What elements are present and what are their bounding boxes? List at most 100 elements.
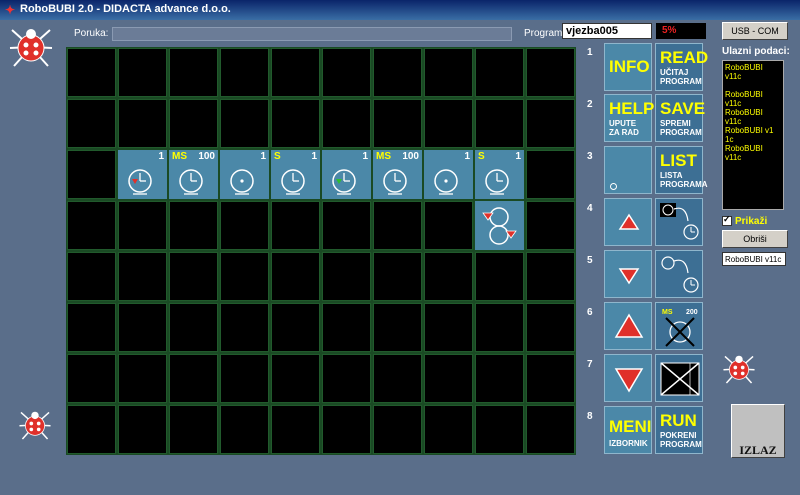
grid-cell[interactable] — [424, 405, 473, 454]
grid-cell[interactable] — [220, 405, 269, 454]
grid-cell[interactable] — [271, 99, 320, 148]
last-input-field[interactable]: RoboBUBI v11c — [722, 252, 786, 266]
save-button[interactable]: SAVE SPREMI PROGRAM — [655, 94, 705, 142]
grid-cell[interactable] — [118, 405, 167, 454]
grid-cell[interactable] — [526, 252, 575, 301]
grid-cell[interactable] — [67, 48, 116, 97]
grid-cell[interactable] — [373, 48, 422, 97]
grid-cell[interactable] — [526, 405, 575, 454]
program-name-field[interactable]: vjezba005 — [562, 23, 652, 39]
grid-cell[interactable] — [118, 252, 167, 301]
command-block[interactable]: MS 100 — [169, 150, 218, 199]
list-button[interactable]: LIST LISTA PROGRAMA — [655, 146, 708, 194]
up-small-button[interactable] — [604, 198, 652, 246]
command-block[interactable]: 1 — [118, 150, 167, 199]
timer-delete-button[interactable]: MS 200 — [655, 302, 703, 350]
command-block[interactable]: MS 100 — [373, 150, 422, 199]
down-large-button[interactable] — [604, 354, 652, 402]
grid-cell[interactable] — [424, 201, 473, 250]
grid-cell[interactable] — [526, 303, 575, 352]
grid-cell[interactable] — [271, 405, 320, 454]
grid-cell[interactable] — [271, 201, 320, 250]
grid-cell[interactable] — [424, 48, 473, 97]
input-data-list[interactable]: RoboBUBI v11c RoboBUBI v11c RoboBUBI v11c Ro… — [722, 60, 784, 210]
obrisi-button[interactable]: Obriši — [722, 230, 788, 248]
read-button[interactable]: READ UČITAJ PROGRAM — [655, 43, 708, 91]
grid-cell[interactable] — [169, 303, 218, 352]
grid-cell[interactable] — [67, 99, 116, 148]
grid-cell[interactable] — [118, 303, 167, 352]
command-block[interactable]: S1 — [475, 150, 524, 199]
grid-cell[interactable] — [67, 150, 116, 199]
grid-cell[interactable] — [169, 99, 218, 148]
help-button[interactable]: HELP UPUTE ZA RAD — [604, 94, 654, 142]
grid-cell[interactable] — [271, 354, 320, 403]
grid-cell[interactable] — [118, 99, 167, 148]
grid-cell[interactable] — [526, 150, 575, 199]
grid-cell[interactable] — [67, 252, 116, 301]
grid-cell[interactable] — [271, 252, 320, 301]
grid-cell[interactable] — [118, 354, 167, 403]
grid-cell[interactable] — [322, 99, 371, 148]
grid-cell[interactable] — [322, 354, 371, 403]
grid-cell[interactable] — [169, 48, 218, 97]
grid-cell[interactable] — [67, 354, 116, 403]
grid-cell[interactable] — [526, 201, 575, 250]
grid-cell[interactable] — [373, 252, 422, 301]
grid-cell[interactable] — [424, 99, 473, 148]
grid-cell[interactable] — [526, 354, 575, 403]
grid-cell[interactable] — [220, 252, 269, 301]
grid-cell[interactable] — [271, 303, 320, 352]
grid-cell[interactable] — [322, 48, 371, 97]
grid-cell[interactable] — [475, 405, 524, 454]
grid-cell[interactable] — [424, 303, 473, 352]
grid-cell[interactable] — [118, 48, 167, 97]
grid-cell[interactable] — [373, 354, 422, 403]
grid-cell[interactable] — [271, 48, 320, 97]
grid-cell[interactable] — [169, 252, 218, 301]
clear-grid-button[interactable] — [655, 354, 703, 402]
grid-cell[interactable] — [220, 303, 269, 352]
grid-cell[interactable] — [475, 354, 524, 403]
grid-cell[interactable] — [67, 405, 116, 454]
grid-cell[interactable] — [169, 201, 218, 250]
grid-cell[interactable] — [373, 303, 422, 352]
grid-cell[interactable] — [118, 201, 167, 250]
grid-cell[interactable] — [424, 354, 473, 403]
prikazi-checkbox[interactable]: ✓ Prikaži — [722, 214, 767, 227]
grid-cell[interactable] — [322, 303, 371, 352]
grid-cell[interactable] — [169, 354, 218, 403]
command-block[interactable]: S1 — [271, 150, 320, 199]
loop-end-button[interactable] — [655, 250, 703, 298]
grid-cell[interactable] — [475, 303, 524, 352]
grid-cell[interactable] — [67, 201, 116, 250]
grid-cell[interactable] — [67, 303, 116, 352]
grid-cell[interactable] — [322, 252, 371, 301]
info-button[interactable]: INFO — [604, 43, 652, 91]
grid-cell[interactable] — [220, 99, 269, 148]
grid-cell[interactable] — [475, 99, 524, 148]
loop-block[interactable] — [475, 201, 524, 250]
grid-cell[interactable] — [220, 354, 269, 403]
grid-cell[interactable] — [475, 48, 524, 97]
down-small-button[interactable] — [604, 250, 652, 298]
grid-cell[interactable] — [220, 48, 269, 97]
grid-cell[interactable] — [526, 99, 575, 148]
grid-cell[interactable] — [526, 48, 575, 97]
meni-button[interactable]: MENI IZBORNIK — [604, 406, 652, 454]
grid-cell[interactable] — [373, 201, 422, 250]
grid-cell[interactable] — [220, 201, 269, 250]
loop-start-button[interactable] — [655, 198, 703, 246]
run-button[interactable]: RUN POKRENI PROGRAM — [655, 406, 703, 454]
grid-cell[interactable] — [424, 252, 473, 301]
grid-cell[interactable] — [475, 252, 524, 301]
slot-3-button[interactable] — [604, 146, 652, 194]
usb-com-button[interactable]: USB - COM — [722, 22, 788, 40]
grid-cell[interactable] — [373, 405, 422, 454]
command-block[interactable]: 1 — [220, 150, 269, 199]
grid-cell[interactable] — [322, 405, 371, 454]
command-block[interactable]: 1 — [424, 150, 473, 199]
grid-cell[interactable] — [169, 405, 218, 454]
up-large-button[interactable] — [604, 302, 652, 350]
izlaz-button[interactable]: IZLAZ — [731, 404, 785, 458]
